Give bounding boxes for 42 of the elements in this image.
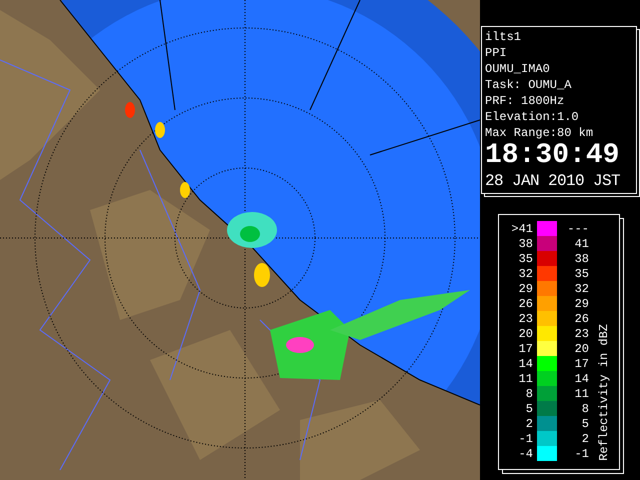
scale-label: 5 (580, 416, 589, 430)
scale-label: -1 (518, 432, 533, 446)
info-text: PRF: 1800Hz (485, 93, 566, 109)
scale-label: 11 (574, 386, 589, 400)
info-text: OUMU_IMA0 (485, 61, 551, 77)
info-text: PPI (485, 45, 508, 61)
scale-label: -1 (574, 446, 589, 460)
info-text: Elevation:1.0 (485, 109, 580, 125)
scale-label: 32 (518, 266, 533, 280)
scale-label: 8 (524, 386, 533, 400)
scale-label: 5 (524, 402, 533, 416)
scale-label: 23 (518, 312, 533, 326)
scale-label: 2 (580, 432, 589, 446)
scale-label: -4 (518, 446, 533, 460)
info-text: Max Range:80 km (485, 125, 594, 141)
info-text: ilts1 (485, 29, 522, 45)
scale-label: 35 (518, 252, 533, 266)
info-text: Task: OUMU_A (485, 77, 572, 93)
scale-label: 20 (518, 326, 533, 340)
scale-label: 38 (574, 252, 589, 266)
scale-label: 20 (574, 342, 589, 356)
scale-label: 29 (518, 282, 533, 296)
scale-label: 35 (574, 266, 589, 280)
scale-label: 26 (518, 296, 533, 310)
scale-label: 11 (518, 372, 533, 386)
scale-label: 29 (574, 296, 589, 310)
scale-label: 14 (518, 356, 533, 370)
scale-label: >41 (510, 222, 533, 236)
scale-label: 17 (574, 356, 589, 370)
scale-label: 41 (574, 236, 589, 250)
scale-label: 8 (580, 402, 589, 416)
scale-label: 26 (574, 312, 589, 326)
time-text: 18:30:49 (485, 141, 620, 171)
date-text: 28 JAN 2010 JST (485, 171, 622, 191)
scale-label: 23 (574, 326, 589, 340)
scale-label: 32 (574, 282, 589, 296)
scale-label: 38 (518, 236, 533, 250)
scale-label: 17 (518, 342, 533, 356)
legend-title: Reflectivity in dBZ (597, 324, 611, 461)
scale-label: 2 (524, 416, 533, 430)
scale-label: 14 (574, 372, 589, 386)
scale-label: --- (566, 222, 589, 236)
